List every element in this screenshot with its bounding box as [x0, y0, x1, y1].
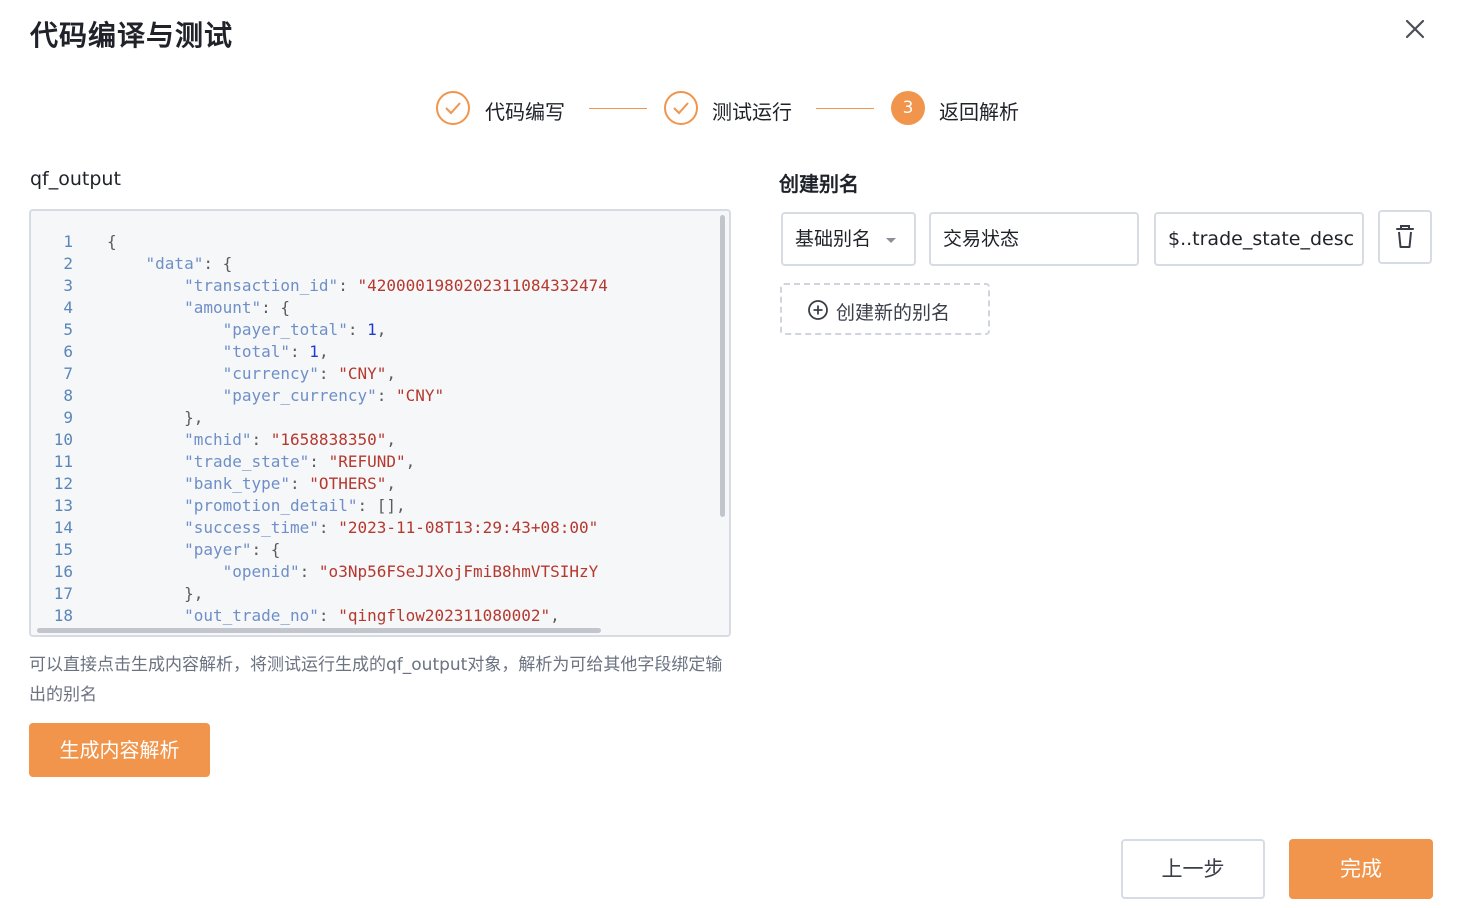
plus-circle-icon	[808, 300, 828, 320]
alias-type-select[interactable]: 基础别名	[781, 212, 916, 266]
code-line: 12 "bank_type": "OTHERS",	[31, 473, 717, 495]
code-text: "promotion_detail": [],	[184, 496, 406, 515]
code-text: "currency": "CNY",	[222, 364, 396, 383]
step-2-check-icon	[664, 91, 698, 125]
code-text: "total": 1,	[222, 342, 329, 361]
code-text: },	[107, 408, 204, 427]
code-line: 18 "out_trade_no": "qingflow202311080002…	[31, 605, 717, 627]
code-text: "payer_currency": "CNY"	[222, 386, 445, 405]
line-number: 13	[53, 496, 73, 515]
code-text: "out_trade_no": "qingflow202311080002",	[184, 606, 560, 625]
code-text: },	[107, 584, 204, 603]
code-line: 13 "promotion_detail": [],	[31, 495, 717, 517]
code-text: {	[107, 232, 117, 251]
line-number: 10	[53, 430, 73, 449]
add-alias-label: 创建新的别名	[836, 302, 951, 324]
step-1-check-icon	[436, 91, 470, 125]
step-1-label: 代码编写	[485, 100, 565, 124]
code-line: 17 },	[31, 583, 717, 605]
step-connector	[589, 108, 647, 109]
code-viewer[interactable]: 1{2 "data": {3 "transaction_id": "420000…	[29, 209, 731, 637]
dialog-title: 代码编译与测试	[30, 19, 234, 52]
line-number: 8	[63, 386, 73, 405]
code-line: 7 "currency": "CNY",	[31, 363, 717, 385]
alias-name-input[interactable]: 交易状态	[929, 212, 1139, 266]
code-text: "data": {	[145, 254, 233, 273]
code-line: 3 "transaction_id": "4200001980202311084…	[31, 275, 717, 297]
code-line: 16 "openid": "o3Np56FSeJJXojFmiB8hmVTSIH…	[31, 561, 717, 583]
code-lines: 1{2 "data": {3 "transaction_id": "420000…	[31, 231, 717, 627]
line-number: 11	[53, 452, 73, 471]
line-number: 7	[63, 364, 73, 383]
line-number: 1	[63, 232, 73, 251]
code-line: 14 "success_time": "2023-11-08T13:29:43+…	[31, 517, 717, 539]
chevron-down-icon	[886, 238, 896, 243]
line-number: 9	[63, 408, 73, 427]
line-number: 4	[63, 298, 73, 317]
generate-parse-button[interactable]: 生成内容解析	[29, 723, 210, 777]
code-text: "payer": {	[184, 540, 281, 559]
alias-section-title: 创建别名	[779, 172, 859, 196]
add-alias-button[interactable]: 创建新的别名	[780, 283, 990, 335]
line-number: 6	[63, 342, 73, 361]
line-number: 5	[63, 320, 73, 339]
code-line: 10 "mchid": "1658838350",	[31, 429, 717, 451]
hint-text: 可以直接点击生成内容解析，将测试运行生成的qf_output对象，解析为可给其他…	[29, 655, 723, 705]
code-line: 8 "payer_currency": "CNY"	[31, 385, 717, 407]
finish-button[interactable]: 完成	[1289, 839, 1433, 899]
step-connector	[816, 108, 874, 109]
close-icon[interactable]	[1400, 14, 1430, 44]
code-line: 9 },	[31, 407, 717, 429]
step-2-label: 测试运行	[712, 100, 792, 124]
line-number: 3	[63, 276, 73, 295]
code-text: "payer_total": 1,	[222, 320, 387, 339]
horizontal-scrollbar[interactable]	[37, 628, 601, 633]
stepper: 代码编写 测试运行 3 返回解析	[436, 90, 1056, 130]
code-line: 4 "amount": {	[31, 297, 717, 319]
code-text: "trade_state": "REFUND",	[184, 452, 416, 471]
code-text: "transaction_id": "420000198020231108433…	[184, 276, 608, 295]
code-line: 2 "data": {	[31, 253, 717, 275]
line-number: 12	[53, 474, 73, 493]
vertical-scrollbar[interactable]	[720, 215, 725, 517]
alias-type-value: 基础别名	[795, 228, 872, 250]
line-number: 17	[53, 584, 73, 603]
step-3-label: 返回解析	[939, 100, 1019, 124]
alias-path-input[interactable]: $..trade_state_desc	[1154, 212, 1364, 266]
step-3-number: 3	[891, 91, 925, 125]
code-text: "amount": {	[184, 298, 291, 317]
code-line: 1{	[31, 231, 717, 253]
code-line: 11 "trade_state": "REFUND",	[31, 451, 717, 473]
code-line: 5 "payer_total": 1,	[31, 319, 717, 341]
trash-icon	[1396, 225, 1414, 248]
previous-step-button[interactable]: 上一步	[1121, 839, 1265, 899]
line-number: 14	[53, 518, 73, 537]
line-number: 2	[63, 254, 73, 273]
line-number: 15	[53, 540, 73, 559]
code-text: "bank_type": "OTHERS",	[184, 474, 396, 493]
code-text: "success_time": "2023-11-08T13:29:43+08:…	[184, 518, 599, 537]
code-text: "mchid": "1658838350",	[184, 430, 396, 449]
line-number: 16	[53, 562, 73, 581]
line-number: 18	[53, 606, 73, 625]
code-line: 15 "payer": {	[31, 539, 717, 561]
delete-alias-button[interactable]	[1378, 210, 1432, 264]
code-text: "openid": "o3Np56FSeJJXojFmiB8hmVTSIHzY	[222, 562, 599, 581]
output-label: qf_output	[30, 168, 121, 190]
code-line: 6 "total": 1,	[31, 341, 717, 363]
